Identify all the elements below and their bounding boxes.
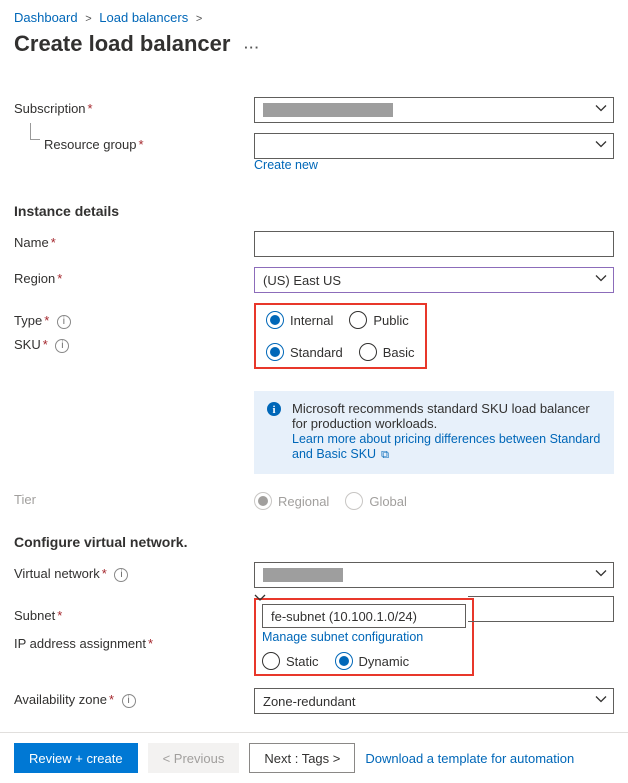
- info-banner-link[interactable]: Learn more about pricing differences bet…: [292, 432, 600, 461]
- subnet-value: fe-subnet (10.100.1.0/24): [271, 609, 417, 624]
- info-banner: i Microsoft recommends standard SKU load…: [254, 391, 614, 474]
- tier-global-radio: Global: [345, 492, 407, 510]
- instance-details-heading: Instance details: [14, 203, 614, 219]
- chevron-down-icon: [595, 273, 607, 288]
- tier-regional-radio: Regional: [254, 492, 329, 510]
- subscription-select[interactable]: [254, 97, 614, 123]
- chevron-right-icon: >: [85, 13, 91, 25]
- region-value: (US) East US: [263, 273, 341, 288]
- next-button[interactable]: Next : Tags >: [249, 743, 355, 773]
- name-label: Name*: [14, 231, 254, 250]
- info-banner-text: Microsoft recommends standard SKU load b…: [292, 401, 602, 431]
- sku-standard-radio[interactable]: Standard: [266, 343, 343, 361]
- info-icon: i: [266, 401, 282, 462]
- info-icon[interactable]: i: [122, 694, 136, 708]
- availability-zone-value: Zone-redundant: [263, 694, 356, 709]
- name-input[interactable]: [254, 231, 614, 257]
- info-icon[interactable]: i: [55, 339, 69, 353]
- chevron-down-icon: [595, 103, 607, 118]
- info-icon[interactable]: i: [57, 315, 71, 329]
- type-label: Type* i: [14, 303, 254, 329]
- tier-label: Tier: [14, 488, 254, 507]
- availability-zone-label: Availability zone* i: [14, 688, 254, 708]
- page-title: Create load balancer: [14, 31, 230, 57]
- resource-group-label: Resource group*: [14, 133, 254, 152]
- type-internal-radio[interactable]: Internal: [266, 311, 333, 329]
- chevron-down-icon: [595, 568, 607, 583]
- highlight-type-sku: Internal Public Standard Basic: [254, 303, 427, 369]
- external-link-icon: ⧉: [378, 449, 389, 461]
- subnet-select[interactable]: fe-subnet (10.100.1.0/24): [262, 604, 466, 628]
- download-template-link[interactable]: Download a template for automation: [365, 751, 574, 766]
- manage-subnet-link[interactable]: Manage subnet configuration: [262, 630, 466, 644]
- redacted-text: [263, 103, 393, 117]
- ip-static-radio[interactable]: Static: [262, 652, 319, 670]
- chevron-right-icon: >: [196, 13, 202, 25]
- ip-dynamic-radio[interactable]: Dynamic: [335, 652, 410, 670]
- svg-text:i: i: [272, 404, 275, 416]
- create-new-link[interactable]: Create new: [254, 158, 318, 172]
- redacted-text: [263, 568, 343, 582]
- chevron-down-icon: [595, 139, 607, 154]
- resource-group-select[interactable]: [254, 133, 614, 159]
- highlight-subnet: fe-subnet (10.100.1.0/24) Manage subnet …: [254, 598, 474, 676]
- breadcrumb-load-balancers[interactable]: Load balancers: [99, 10, 188, 25]
- more-icon[interactable]: ···: [244, 40, 260, 55]
- previous-button: < Previous: [148, 743, 240, 773]
- sku-basic-radio[interactable]: Basic: [359, 343, 415, 361]
- virtual-network-select[interactable]: [254, 562, 614, 588]
- region-label: Region*: [14, 267, 254, 286]
- wizard-footer: Review + create < Previous Next : Tags >…: [0, 732, 628, 783]
- type-public-radio[interactable]: Public: [349, 311, 408, 329]
- availability-zone-select[interactable]: Zone-redundant: [254, 688, 614, 714]
- review-create-button[interactable]: Review + create: [14, 743, 138, 773]
- subscription-label: Subscription*: [14, 97, 254, 116]
- chevron-down-icon: [595, 694, 607, 709]
- virtual-network-label: Virtual network* i: [14, 562, 254, 582]
- breadcrumb-dashboard[interactable]: Dashboard: [14, 10, 78, 25]
- region-select[interactable]: (US) East US: [254, 267, 614, 293]
- subnet-label: Subnet*: [14, 598, 254, 623]
- breadcrumb: Dashboard > Load balancers >: [14, 10, 614, 25]
- info-icon[interactable]: i: [114, 568, 128, 582]
- configure-vnet-heading: Configure virtual network.: [14, 534, 614, 550]
